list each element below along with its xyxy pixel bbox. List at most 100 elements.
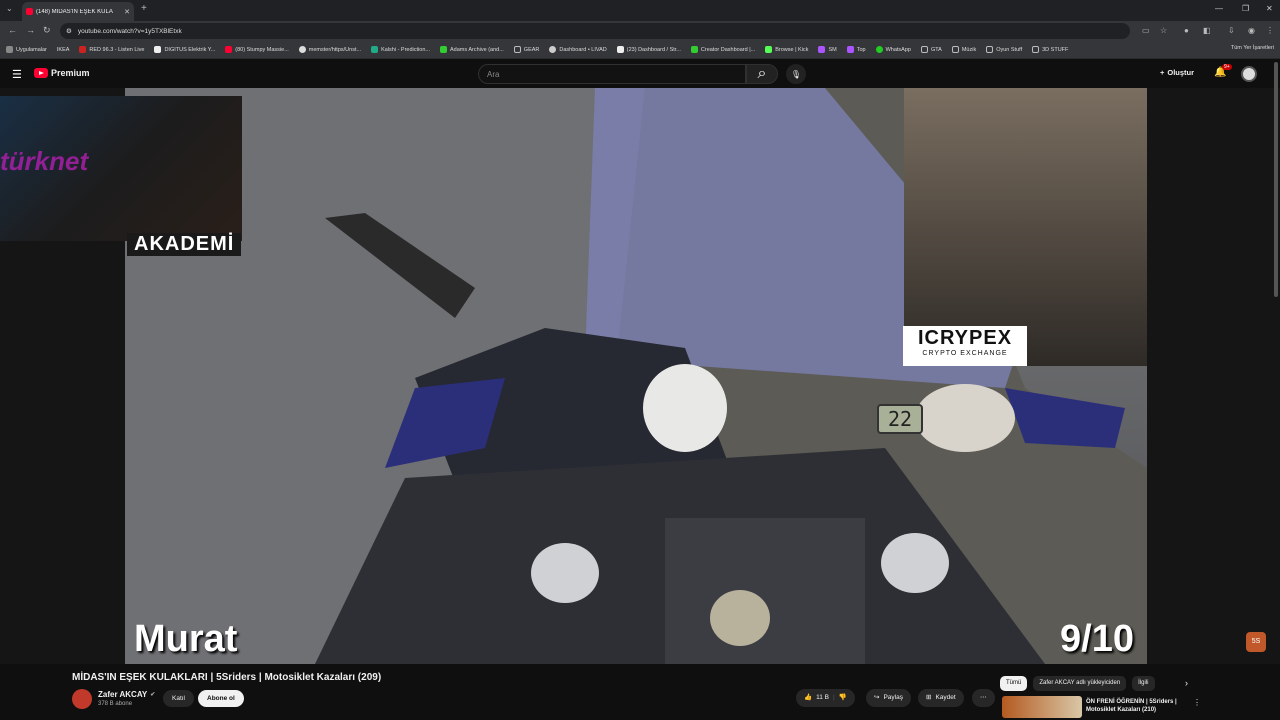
youtube-favicon-icon — [26, 8, 33, 15]
thumbs-down-icon[interactable]: 👎 — [839, 689, 847, 707]
bookmark-star-icon[interactable]: ☆ — [1160, 26, 1167, 35]
search-button[interactable]: ⌕ — [746, 64, 778, 84]
avatar[interactable] — [1241, 66, 1257, 82]
chip-from-uploader[interactable]: Zafer AKCAY adlı yükleyiciden — [1033, 676, 1127, 691]
like-count: 11 B — [816, 694, 829, 701]
related-thumbnail — [1002, 696, 1082, 718]
create-label: Oluştur — [1167, 68, 1195, 77]
extension-icon[interactable]: ● — [1184, 26, 1189, 35]
chip-related[interactable]: İlgili — [1132, 676, 1155, 691]
address-bar-row: ← → ↻ ⚙ youtube.com/watch?v=1y5TXBlEtxk … — [0, 21, 1280, 41]
verified-icon: ✔ — [150, 692, 156, 698]
share-button[interactable]: ↪ Paylaş — [866, 689, 911, 707]
logo-text: Premium — [51, 68, 90, 78]
related-menu-icon[interactable]: ⋮ — [1193, 698, 1201, 707]
tab-title: (148) MİDAS'IN EŞEK KULA — [36, 8, 113, 15]
profile-icon[interactable]: ◉ — [1248, 26, 1255, 35]
bookmark-item[interactable]: (80) Stumpy Massie... — [225, 46, 289, 53]
bookmarks-bar: Uygulamalar IKEA RED 96.3 - Listen Live … — [0, 41, 1280, 59]
subscriber-count: 378 B abone — [98, 701, 133, 707]
save-label: Kaydet — [935, 694, 956, 701]
join-button[interactable]: Katıl — [163, 690, 195, 707]
channel-watermark-icon[interactable]: 5S — [1246, 632, 1266, 652]
bookmark-folder[interactable]: Oyun Stuff — [986, 46, 1022, 53]
bookmark-item[interactable]: WhatsApp — [875, 46, 911, 53]
bookmark-folder[interactable]: Müzik — [951, 46, 976, 53]
save-icon: ⊞ — [926, 694, 932, 701]
bookmark-item[interactable]: Adams Archive (and... — [439, 46, 504, 53]
video-player[interactable]: 22 türknet AKADEMİ ICRYPEX CRYPTO EXCHAN… — [0, 88, 1280, 664]
bookmark-item[interactable]: memster/https/Unst... — [298, 46, 361, 53]
bookmark-item[interactable]: Browse | Kick — [765, 46, 808, 53]
chip-all[interactable]: Tümü — [1000, 676, 1028, 691]
page-scrollbar[interactable] — [1274, 62, 1278, 297]
reload-icon[interactable]: ↻ — [43, 25, 51, 36]
browser-tab-bar: ⌄ (148) MİDAS'IN EŞEK KULA ✕ + — ❐ ✕ — [0, 0, 1280, 21]
bookmark-item[interactable]: (23) Dashboard / Str... — [616, 46, 681, 53]
youtube-play-icon — [34, 68, 48, 78]
back-icon[interactable]: ← — [8, 25, 17, 35]
url-text: youtube.com/watch?v=1y5TXBlEtxk — [77, 27, 182, 35]
youtube-header: ☰ Premium Ara ⌕ 🎙 + Oluştur 🔔 9+ — [0, 60, 1280, 88]
more-actions-button[interactable]: ⋯ — [972, 689, 995, 707]
bookmark-item[interactable]: DIGITUS Elektrik Y... — [154, 46, 215, 53]
video-info: MİDAS'IN EŞEK KULAKLARI | 5Sriders | Mot… — [0, 664, 1280, 720]
bookmark-item[interactable]: Dashboard • LIVAD — [549, 46, 607, 53]
extensions-puzzle-icon[interactable]: ◧ — [1203, 26, 1211, 35]
related-filter-chips: Tümü Zafer AKCAY adlı yükleyiciden İlgil… — [1000, 676, 1155, 691]
speed-display: 22 — [877, 404, 923, 434]
bookmark-folder[interactable]: 3D STUFF — [1032, 46, 1068, 53]
bookmark-item[interactable]: RED 96.3 - Listen Live — [79, 46, 144, 53]
tab-close-icon[interactable]: ✕ — [124, 8, 130, 16]
downloads-icon[interactable]: ⇩ — [1228, 26, 1235, 35]
hamburger-menu-icon[interactable]: ☰ — [12, 68, 22, 81]
rider-name: Murat — [134, 618, 238, 660]
site-info-icon[interactable]: ⚙ — [66, 27, 72, 35]
related-video-item[interactable]: ÖN FRENİ ÖĞRENİN | 5Sriders | Motosiklet… — [1002, 696, 1186, 718]
browser-menu-icon[interactable]: ⋮ — [1266, 26, 1274, 35]
video-title: MİDAS'IN EŞEK KULAKLARI | 5Sriders | Mot… — [72, 672, 382, 683]
notifications-button[interactable]: 🔔 9+ — [1214, 64, 1232, 78]
bookmark-item[interactable]: SM — [818, 46, 837, 53]
minimize-icon[interactable]: — — [1215, 4, 1223, 13]
close-window-icon[interactable]: ✕ — [1266, 4, 1273, 13]
tab-search-icon[interactable]: ⌄ — [6, 4, 13, 13]
voice-search-button[interactable]: 🎙 — [786, 64, 806, 84]
sponsor-name: ICRYPEX — [917, 327, 1013, 349]
channel-avatar[interactable] — [72, 689, 92, 709]
all-bookmarks-folder[interactable]: Tüm Yer İşaretleri — [1231, 45, 1274, 51]
bookmark-folder[interactable]: GEAR — [513, 46, 539, 53]
like-button[interactable]: 👍 11 B | 👎 — [796, 689, 855, 707]
presenter-pip — [904, 88, 1147, 366]
maximize-icon[interactable]: ❐ — [1242, 4, 1249, 13]
score-overlay: 9/10 — [1060, 618, 1134, 660]
share-icon: ↪ — [874, 694, 880, 701]
url-field[interactable]: ⚙ youtube.com/watch?v=1y5TXBlEtxk — [60, 23, 1130, 39]
mic-icon: 🎙 — [790, 69, 802, 79]
channel-name-link[interactable]: Zafer AKCAY ✔ — [98, 690, 155, 699]
turknet-logo: türknet — [0, 146, 89, 176]
create-button[interactable]: + Oluştur — [1160, 68, 1194, 77]
subscribe-button[interactable]: Abone ol — [198, 690, 244, 707]
channel-name: Zafer AKCAY — [98, 690, 148, 699]
notification-badge: 9+ — [1222, 64, 1232, 70]
bookmark-item[interactable]: Uygulamalar — [6, 46, 47, 53]
plus-icon: + — [1160, 68, 1165, 77]
bookmark-item[interactable]: Kalshi - Prediction... — [371, 46, 430, 53]
bookmark-item[interactable]: Top — [846, 46, 866, 53]
browser-tab-active[interactable]: (148) MİDAS'IN EŞEK KULA ✕ — [22, 2, 134, 21]
bookmark-item[interactable]: Creator Dashboard |... — [690, 46, 755, 53]
forward-icon[interactable]: → — [26, 25, 35, 35]
search-icon: ⌕ — [757, 65, 767, 82]
cast-icon[interactable]: ▭ — [1142, 26, 1150, 35]
related-video-title: ÖN FRENİ ÖĞRENİN | 5Sriders | Motosiklet… — [1086, 699, 1177, 713]
thumbs-up-icon: 👍 — [804, 694, 813, 701]
chevron-right-icon[interactable]: › — [1185, 678, 1188, 688]
youtube-logo[interactable]: Premium — [34, 68, 90, 78]
bookmark-item[interactable]: IKEA — [57, 47, 70, 53]
sponsor-subtitle: CRYPTO EXCHANGE — [922, 350, 1008, 357]
search-input[interactable]: Ara — [478, 64, 746, 84]
new-tab-icon[interactable]: + — [141, 3, 147, 14]
bookmark-folder[interactable]: GTA — [920, 46, 942, 53]
save-button[interactable]: ⊞ Kaydet — [918, 689, 964, 707]
